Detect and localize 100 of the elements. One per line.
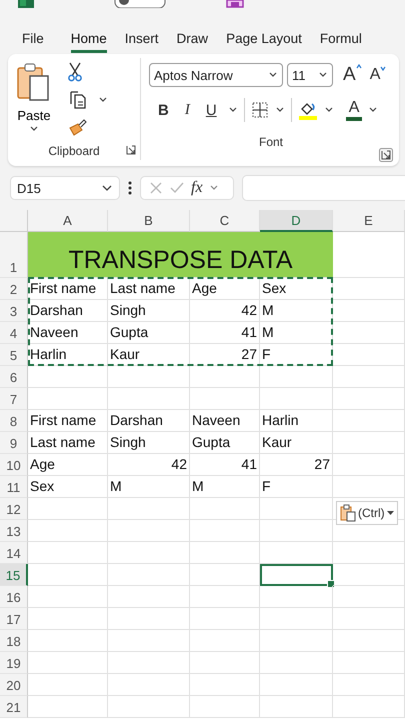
table-cell: M — [260, 300, 333, 322]
table-cell — [190, 696, 260, 718]
table-cell — [190, 498, 260, 520]
table-cell — [333, 652, 405, 674]
table-cell: Naveen — [190, 410, 260, 432]
table-cell: M — [108, 476, 190, 498]
toggle-switch[interactable] — [114, 0, 166, 8]
column-header[interactable]: E — [333, 210, 405, 232]
row-header[interactable]: 12 — [0, 498, 28, 520]
table-cell: 27 — [190, 344, 260, 366]
chevron-down-icon[interactable] — [98, 96, 108, 104]
row-header[interactable]: 14 — [0, 542, 28, 564]
bold-button[interactable]: B — [153, 102, 174, 118]
table-cell — [333, 232, 405, 278]
table-cell: Singh — [108, 432, 190, 454]
formula-input-field[interactable] — [242, 175, 405, 201]
row-header[interactable]: 19 — [0, 652, 28, 674]
table-cell: Harlin — [28, 344, 108, 366]
row-header[interactable]: 13 — [0, 520, 28, 542]
borders-icon[interactable] — [250, 101, 269, 119]
paste-button[interactable]: Paste — [14, 62, 54, 142]
table-cell — [333, 410, 405, 432]
table-cell: Last name — [28, 432, 108, 454]
font-color-button[interactable]: A — [346, 99, 362, 121]
row-header[interactable]: 18 — [0, 630, 28, 652]
row-header[interactable]: 8 — [0, 410, 28, 432]
column-header[interactable]: D — [260, 210, 333, 232]
table-cell: F — [260, 344, 333, 366]
spreadsheet-app-icon — [18, 0, 34, 8]
clipboard-icon — [340, 504, 356, 522]
font-size-dropdown[interactable]: 11 — [287, 63, 333, 87]
row-header[interactable]: 17 — [0, 608, 28, 630]
dialog-launcher-icon[interactable] — [126, 145, 136, 156]
chevron-down-icon — [29, 125, 39, 133]
ribbon-tab[interactable]: Draw — [176, 28, 208, 53]
dialog-launcher-icon[interactable] — [379, 148, 393, 162]
name-box[interactable]: D15 — [10, 176, 120, 200]
more-options-icon[interactable] — [128, 181, 132, 195]
table-cell: First name — [28, 410, 108, 432]
row-header[interactable]: 15 — [0, 564, 28, 586]
decrease-font-size-button[interactable]: A — [368, 66, 388, 84]
save-icon[interactable] — [226, 0, 244, 8]
caret-up-icon — [356, 64, 362, 69]
paste-options-button[interactable]: (Ctrl) — [336, 501, 398, 525]
ribbon-tab[interactable]: Page Layout — [226, 28, 302, 53]
row-header[interactable]: 5 — [0, 344, 28, 366]
table-cell — [190, 652, 260, 674]
table-cell: First name — [28, 278, 108, 300]
table-cell — [333, 300, 405, 322]
font-name-dropdown[interactable]: Aptos Narrow — [149, 63, 283, 87]
row-header[interactable]: 11 — [0, 476, 28, 498]
table-cell — [190, 520, 260, 542]
scissors-icon[interactable] — [68, 62, 82, 82]
row-header[interactable]: 7 — [0, 388, 28, 410]
increase-font-size-button[interactable]: A — [341, 64, 364, 86]
row-header[interactable]: 20 — [0, 674, 28, 696]
table-cell — [333, 366, 405, 388]
table-cell — [333, 432, 405, 454]
row-header[interactable]: 3 — [0, 300, 28, 322]
chevron-down-icon[interactable] — [228, 106, 238, 114]
table-cell: Kaur — [260, 432, 333, 454]
italic-button[interactable]: I — [180, 102, 195, 118]
table-cell: Gupta — [108, 322, 190, 344]
row-header[interactable]: 2 — [0, 278, 28, 300]
table-cell — [333, 696, 405, 718]
insert-function-button[interactable]: fx — [191, 179, 203, 197]
checkmark-icon[interactable] — [169, 181, 185, 195]
table-cell — [333, 278, 405, 300]
row-header[interactable]: 21 — [0, 696, 28, 718]
table-cell: M — [190, 476, 260, 498]
table-cell: Darshan — [108, 410, 190, 432]
ribbon-tab[interactable]: File — [22, 28, 44, 53]
table-cell: 42 — [190, 300, 260, 322]
copy-icon[interactable] — [68, 90, 88, 110]
row-header[interactable]: 10 — [0, 454, 28, 476]
row-header[interactable]: 16 — [0, 586, 28, 608]
table-cell — [333, 586, 405, 608]
table-cell: 41 — [190, 322, 260, 344]
table-cell — [333, 344, 405, 366]
chevron-down-icon[interactable] — [274, 106, 285, 114]
row-header[interactable]: 6 — [0, 366, 28, 388]
table-cell: Sex — [28, 476, 108, 498]
chevron-down-icon[interactable] — [324, 106, 334, 114]
ribbon-tab[interactable]: Formul — [320, 28, 362, 53]
ribbon-tab[interactable]: Insert — [124, 28, 159, 53]
table-cell — [190, 586, 260, 608]
table-cell: F — [260, 476, 333, 498]
row-header[interactable]: 4 — [0, 322, 28, 344]
table-cell: 27 — [260, 454, 333, 476]
fill-handle[interactable] — [327, 580, 335, 588]
table-cell: Age — [190, 278, 260, 300]
selected-cell[interactable] — [260, 564, 333, 586]
row-header[interactable]: 9 — [0, 432, 28, 454]
table-cell — [190, 608, 260, 630]
row-header[interactable]: 1 — [0, 232, 28, 278]
table-cell: Darshan — [28, 300, 108, 322]
group-label: Clipboard — [48, 144, 100, 158]
paintbrush-icon[interactable] — [68, 118, 88, 136]
underline-button[interactable]: U — [200, 102, 222, 118]
chevron-down-icon[interactable] — [368, 106, 378, 114]
